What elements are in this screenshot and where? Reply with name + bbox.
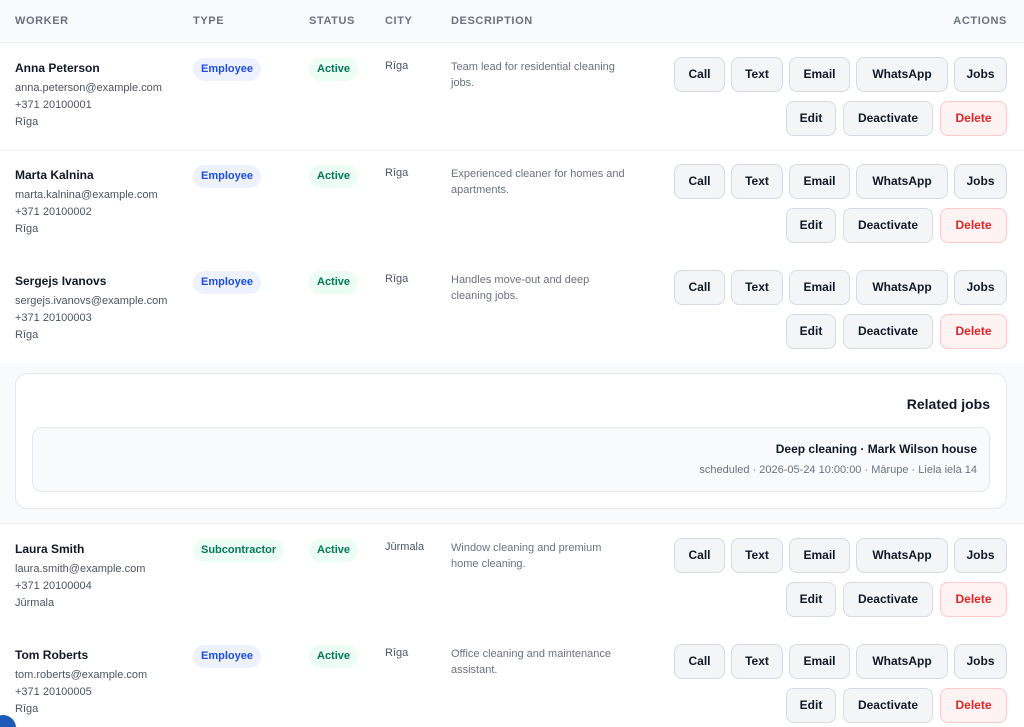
- call-button[interactable]: Call: [674, 270, 725, 305]
- edit-button[interactable]: Edit: [786, 688, 836, 723]
- description-cell: Window cleaning and premium home cleanin…: [451, 542, 602, 570]
- deactivate-button[interactable]: Deactivate: [843, 314, 933, 349]
- description-cell: Handles move-out and deep cleaning jobs.: [451, 274, 590, 302]
- type-badge: Employee: [193, 58, 261, 81]
- worker-phone: +371 20100002: [15, 206, 92, 218]
- type-badge: Subcontractor: [193, 539, 285, 562]
- worker-name: Anna Peterson: [15, 61, 100, 75]
- related-jobs-panel: Related jobs Deep cleaning · Mark Wilson…: [0, 363, 1024, 524]
- related-jobs-card: Related jobs Deep cleaning · Mark Wilson…: [15, 373, 1007, 509]
- worker-phone: +371 20100004: [15, 580, 92, 592]
- delete-button[interactable]: Delete: [940, 688, 1007, 723]
- delete-button[interactable]: Delete: [940, 208, 1007, 243]
- delete-button[interactable]: Delete: [940, 314, 1007, 349]
- edit-button[interactable]: Edit: [786, 314, 836, 349]
- call-button[interactable]: Call: [674, 538, 725, 573]
- whatsapp-button[interactable]: WhatsApp: [856, 57, 948, 92]
- type-badge: Employee: [193, 645, 261, 668]
- worker-location: Rīga: [15, 329, 39, 341]
- worker-name: Marta Kalnina: [15, 168, 94, 182]
- city-cell: Rīga: [385, 273, 409, 285]
- worker-location: Jūrmala: [15, 597, 55, 609]
- deactivate-button[interactable]: Deactivate: [843, 208, 933, 243]
- city-cell: Rīga: [385, 167, 409, 179]
- job-title: Deep cleaning · Mark Wilson house: [775, 442, 977, 456]
- worker-location: Rīga: [15, 116, 39, 128]
- type-badge: Employee: [193, 165, 261, 188]
- table-header: WORKER TYPE STATUS CITY DESCRIPTION ACTI…: [0, 0, 1024, 43]
- edit-button[interactable]: Edit: [786, 582, 836, 617]
- worker-email: tom.roberts@example.com: [15, 669, 148, 681]
- type-badge: Employee: [193, 271, 261, 294]
- email-button[interactable]: Email: [789, 270, 850, 305]
- call-button[interactable]: Call: [674, 644, 725, 679]
- worker-location: Rīga: [15, 703, 39, 715]
- jobs-button[interactable]: Jobs: [954, 270, 1007, 305]
- worker-location: Rīga: [15, 223, 39, 235]
- table-row: Laura Smith laura.smith@example.com +371…: [0, 525, 1024, 632]
- delete-button[interactable]: Delete: [940, 101, 1007, 136]
- call-button[interactable]: Call: [674, 164, 725, 199]
- city-cell: Rīga: [385, 647, 409, 659]
- jobs-button[interactable]: Jobs: [954, 538, 1007, 573]
- call-button[interactable]: Call: [674, 57, 725, 92]
- column-header-description: DESCRIPTION: [451, 15, 533, 27]
- edit-button[interactable]: Edit: [786, 101, 836, 136]
- description-cell: Team lead for residential cleaning jobs.: [451, 61, 615, 89]
- worker-phone: +371 20100003: [15, 312, 92, 324]
- email-button[interactable]: Email: [789, 164, 850, 199]
- worker-phone: +371 20100005: [15, 686, 92, 698]
- column-header-worker: WORKER: [15, 15, 69, 27]
- city-cell: Rīga: [385, 60, 409, 72]
- status-badge: Active: [309, 645, 359, 668]
- column-header-actions: ACTIONS: [953, 15, 1007, 27]
- deactivate-button[interactable]: Deactivate: [843, 101, 933, 136]
- worker-email: sergejs.ivanovs@example.com: [15, 295, 168, 307]
- email-button[interactable]: Email: [789, 538, 850, 573]
- worker-name: Sergejs Ivanovs: [15, 274, 107, 288]
- status-badge: Active: [309, 165, 359, 188]
- description-cell: Experienced cleaner for homes and apartm…: [451, 168, 625, 196]
- worker-name: Laura Smith: [15, 542, 85, 556]
- jobs-button[interactable]: Jobs: [954, 164, 1007, 199]
- email-button[interactable]: Email: [789, 644, 850, 679]
- text-button[interactable]: Text: [731, 57, 783, 92]
- email-button[interactable]: Email: [789, 57, 850, 92]
- text-button[interactable]: Text: [731, 164, 783, 199]
- worker-email: laura.smith@example.com: [15, 563, 146, 575]
- description-cell: Office cleaning and maintenance assistan…: [451, 648, 612, 676]
- edit-button[interactable]: Edit: [786, 208, 836, 243]
- text-button[interactable]: Text: [731, 270, 783, 305]
- whatsapp-button[interactable]: WhatsApp: [856, 270, 948, 305]
- status-badge: Active: [309, 58, 359, 81]
- column-header-type: TYPE: [193, 15, 225, 27]
- delete-button[interactable]: Delete: [940, 582, 1007, 617]
- jobs-button[interactable]: Jobs: [954, 57, 1007, 92]
- status-badge: Active: [309, 271, 359, 294]
- deactivate-button[interactable]: Deactivate: [843, 582, 933, 617]
- whatsapp-button[interactable]: WhatsApp: [856, 644, 948, 679]
- text-button[interactable]: Text: [731, 538, 783, 573]
- worker-name: Tom Roberts: [15, 648, 89, 662]
- text-button[interactable]: Text: [731, 644, 783, 679]
- related-jobs-title: Related jobs: [906, 396, 990, 412]
- table-row: Anna Peterson anna.peterson@example.com …: [0, 44, 1024, 151]
- column-header-city: CITY: [385, 15, 413, 27]
- deactivate-button[interactable]: Deactivate: [843, 688, 933, 723]
- column-header-status: STATUS: [309, 15, 355, 27]
- worker-email: anna.peterson@example.com: [15, 82, 162, 94]
- worker-email: marta.kalnina@example.com: [15, 189, 158, 201]
- table-row: Sergejs Ivanovs sergejs.ivanovs@example.…: [0, 257, 1024, 364]
- jobs-button[interactable]: Jobs: [954, 644, 1007, 679]
- table-row: Tom Roberts tom.roberts@example.com +371…: [0, 631, 1024, 727]
- status-badge: Active: [309, 539, 359, 562]
- table-row: Marta Kalnina marta.kalnina@example.com …: [0, 151, 1024, 258]
- worker-phone: +371 20100001: [15, 99, 92, 111]
- city-cell: Jūrmala: [385, 541, 425, 553]
- whatsapp-button[interactable]: WhatsApp: [856, 164, 948, 199]
- related-job-item[interactable]: Deep cleaning · Mark Wilson house schedu…: [32, 427, 990, 492]
- whatsapp-button[interactable]: WhatsApp: [856, 538, 948, 573]
- job-meta: scheduled · 2026-05-24 10:00:00 · Mārupe…: [699, 464, 977, 476]
